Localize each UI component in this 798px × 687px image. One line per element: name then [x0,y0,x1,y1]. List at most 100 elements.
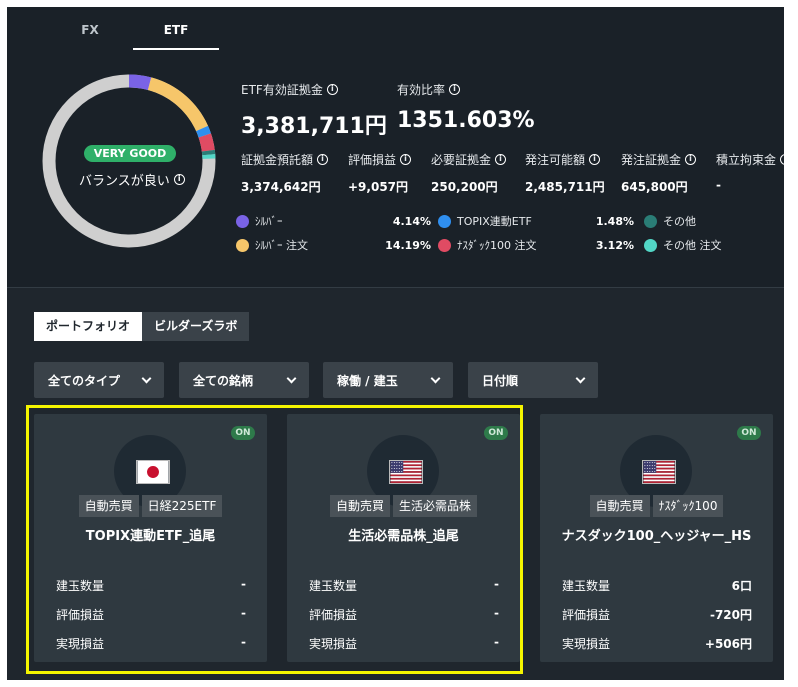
row-value: - [494,606,499,620]
valuation-pl-label: 評価損益 i [348,151,412,168]
valuation-pl-label-text: 評価損益 [348,153,397,167]
legend-item: ｼﾙﾊﾞｰ 注文 [236,237,308,253]
row-value: - [241,577,246,591]
valuation-pl-value: +9,057円 [348,180,409,194]
row-label: 実現損益 [309,637,358,651]
required-margin-value: 250,200円 [431,180,498,194]
tag-list: 自動売買 生活必需品株 [287,495,520,517]
row-value: -720円 [709,608,752,622]
chevron-down-icon [286,373,297,383]
row-value: - [494,577,499,591]
reserve-deposit-value: - [716,178,721,192]
strategy-card[interactable]: ON 自動売買 日経225ETF TOPIX連動ETF_追尾 建玉数量 - 評価損… [34,414,267,662]
app-frame: FX ETF VERY GOOD バランスが良い i ETF有効証拠金 i 有効比… [7,7,784,680]
reserve-deposit-label-text: 積立拘束金 [716,153,777,167]
legend-label: ﾅｽﾀﾞｯｸ100 注文 [457,239,537,252]
order-margin-value: 645,800円 [621,180,688,194]
effective-margin-label-text: ETF有効証拠金 [241,83,323,97]
status-filter-label: 稼働 / 建玉 [337,373,398,388]
legend-swatch [644,238,657,252]
card-row: 評価損益 -720円 [562,606,752,623]
info-icon[interactable]: i [780,154,784,165]
strategy-name: TOPIX連動ETF_追尾 [85,529,216,544]
row-label: 実現損益 [56,637,105,651]
deposit-value: 3,374,642円 [241,180,321,194]
legend-item: その他 注文 [644,237,722,253]
effective-margin-value: 3,381,711円 [241,114,387,139]
required-margin-label: 必要証拠金 i [431,151,507,168]
card-row: 建玉数量 - [56,577,246,594]
legend-item: TOPIX連動ETF [438,213,532,229]
chevron-down-icon [575,373,586,383]
info-icon[interactable]: i [317,154,329,165]
deposit-label-text: 証拠金預託額 [241,153,314,167]
balance-status-badge: VERY GOOD [84,145,176,162]
legend-pct: 4.14% [392,215,431,228]
required-margin-label-text: 必要証拠金 [431,153,492,167]
legend-pct: 14.19% [385,239,431,252]
info-icon[interactable]: i [449,84,461,95]
type-filter-label: 全てのタイプ [48,373,121,388]
legend-swatch [438,238,451,252]
legend-swatch [644,214,657,228]
orderable-amount-value: 2,485,711円 [525,180,605,194]
type-filter-dropdown[interactable]: 全てのタイプ [34,362,164,398]
legend-swatch [236,238,249,252]
tab-etf[interactable]: ETF [133,20,219,50]
info-icon[interactable]: i [400,154,412,165]
row-value: - [241,635,246,649]
balance-label-text: バランスが良い [79,174,170,189]
card-row: 建玉数量 6口 [562,577,752,594]
segment-builders-lab[interactable]: ビルダーズラボ [142,312,250,341]
row-label: 建玉数量 [562,579,611,593]
card-row: 実現損益 - [56,635,246,652]
legend-item: ﾅｽﾀﾞｯｸ100 注文 [438,237,537,253]
info-icon[interactable]: i [173,174,185,185]
view-segment-control: ポートフォリオ ビルダーズラボ [34,312,250,341]
legend-swatch [438,214,451,228]
tag: ﾅｽﾀﾞｯｸ100 [652,495,724,517]
card-row: 実現損益 - [309,635,499,652]
strategy-name: ナスダック100_ヘッジャー_HS [561,529,752,544]
info-icon[interactable]: i [495,154,507,165]
segment-portfolio[interactable]: ポートフォリオ [34,312,143,341]
row-label: 実現損益 [562,637,611,651]
effective-ratio-label-text: 有効比率 [397,83,446,97]
row-value: - [241,606,246,620]
order-margin-label: 発注証拠金 i [621,151,697,168]
symbol-filter-label: 全ての銘柄 [193,373,254,388]
japan-flag-icon [136,460,170,484]
us-flag-icon [389,460,423,484]
card-row: 評価損益 - [309,606,499,623]
effective-margin-label: ETF有効証拠金 i [241,81,338,98]
effective-ratio-label: 有効比率 i [397,81,461,98]
sort-dropdown[interactable]: 日付順 [468,362,598,398]
market-tabs: FX ETF [47,20,219,50]
balance-label: バランスが良い i [79,170,185,189]
info-icon[interactable]: i [326,84,338,95]
deposit-label: 証拠金預託額 i [241,151,329,168]
order-margin-label-text: 発注証拠金 [621,153,682,167]
status-badge: ON [737,426,761,440]
status-filter-dropdown[interactable]: 稼働 / 建玉 [323,362,453,398]
row-value: - [494,635,499,649]
tag-list: 自動売買 ﾅｽﾀﾞｯｸ100 [540,495,773,517]
sort-label: 日付順 [482,373,519,388]
card-row: 建玉数量 - [309,577,499,594]
symbol-filter-dropdown[interactable]: 全ての銘柄 [179,362,309,398]
strategy-card[interactable]: ON 自動売買 生活必需品株 生活必需品株_追尾 建玉数量 - 評価損益 - 実現損… [287,414,520,662]
chevron-down-icon [430,373,441,383]
row-value: 6口 [731,579,752,593]
legend-item: その他 [644,213,696,229]
legend-pct: 1.48% [595,215,634,228]
row-value: +506円 [704,637,752,651]
card-row: 実現損益 +506円 [562,635,752,652]
tab-fx[interactable]: FX [47,20,133,50]
legend-label: TOPIX連動ETF [457,215,532,228]
legend-label: ｼﾙﾊﾞｰ 注文 [255,239,308,252]
legend-label: ｼﾙﾊﾞｰ [255,215,283,228]
strategy-card[interactable]: ON 自動売買 ﾅｽﾀﾞｯｸ100 ナスダック100_ヘッジャー_HS 建玉数量… [540,414,773,662]
info-icon[interactable]: i [589,154,601,165]
info-icon[interactable]: i [685,154,697,165]
strategy-name: 生活必需品株_追尾 [348,529,459,544]
